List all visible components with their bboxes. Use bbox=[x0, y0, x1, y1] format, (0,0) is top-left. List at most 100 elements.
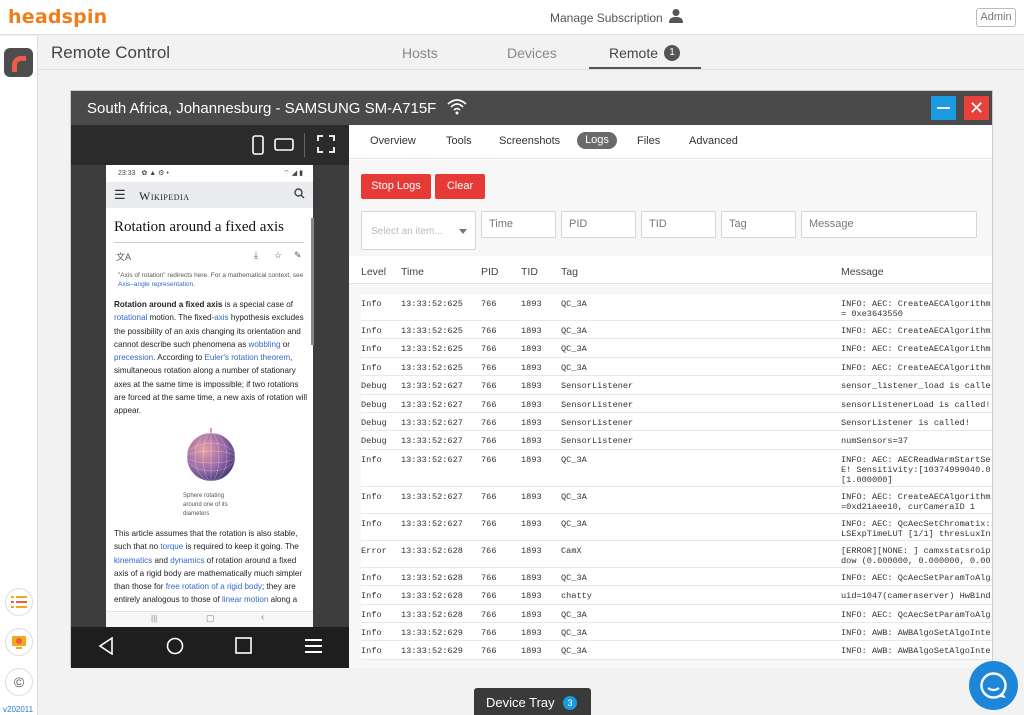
phone-scrollbar[interactable] bbox=[311, 218, 314, 345]
log-tid: 1893 bbox=[521, 299, 542, 309]
log-level: Info bbox=[361, 362, 382, 373]
log-pid: 766 bbox=[481, 436, 497, 447]
hamburger-icon[interactable]: ☰ bbox=[114, 187, 126, 203]
time-filter-input[interactable]: Time bbox=[481, 211, 556, 238]
log-tid: 1893 bbox=[521, 417, 542, 428]
log-row[interactable]: Info 13:33:52:627 766 1893 QC_3A INFO: AEC: Q… bbox=[361, 513, 992, 541]
col-level[interactable]: Level bbox=[361, 266, 386, 278]
stop-logs-button[interactable]: Stop Logs bbox=[361, 174, 431, 199]
recents-icon[interactable]: ||| bbox=[151, 614, 157, 623]
list-icon[interactable] bbox=[5, 588, 33, 616]
log-row[interactable]: Info 13:33:52:625 766 1893 QC_3A INFO: AEC: C… bbox=[361, 357, 992, 377]
manage-subscription-link[interactable]: Manage Subscription bbox=[550, 11, 663, 25]
col-time[interactable]: Time bbox=[401, 266, 424, 278]
log-pid: 766 bbox=[481, 627, 497, 638]
log-tag: SensorListener bbox=[561, 417, 634, 428]
log-tag: QC_3A bbox=[561, 572, 587, 583]
log-row[interactable]: Info 13:33:52:628 766 1893 chatty uid=1047(ca… bbox=[361, 586, 992, 605]
log-row[interactable]: Info 13:33:52:625 766 1893 QC_3A INFO: AEC: C… bbox=[361, 294, 992, 321]
redirect-link[interactable]: Axis–angle representation bbox=[118, 281, 193, 288]
log-row[interactable]: Debug 13:33:52:627 766 1893 SensorListener se… bbox=[361, 394, 992, 413]
device-window-titlebar[interactable]: South Africa, Johannesburg - SAMSUNG SM-… bbox=[71, 91, 992, 125]
star-icon[interactable]: ☆ bbox=[274, 250, 282, 261]
back-icon[interactable]: ‹ bbox=[261, 612, 264, 623]
log-row[interactable]: Info 13:33:52:629 766 1893 QC_3A INFO: AWB: A… bbox=[361, 622, 992, 642]
left-rail: © bbox=[0, 36, 38, 715]
log-row[interactable]: Debug 13:33:52:627 766 1893 SensorListener nu… bbox=[361, 431, 992, 450]
level-select-placeholder: Select an item... bbox=[371, 226, 443, 237]
log-row[interactable]: Info 13:33:52:625 766 1893 QC_3A INFO: AEC: C… bbox=[361, 339, 992, 358]
phone-screen[interactable]: 23:33 ✿ ▲ ⚙ • ⌔ ◢ ▮ ☰ Wikipedia Rotation… bbox=[106, 165, 313, 627]
home-icon[interactable]: ▢ bbox=[206, 613, 215, 624]
log-row[interactable]: Info 13:33:52:629 766 1893 QC_3A INFO: AWB: A… bbox=[361, 641, 992, 660]
subtab-overview[interactable]: Overview bbox=[370, 135, 416, 147]
log-pid: 766 bbox=[481, 299, 497, 309]
log-row[interactable]: Info 13:33:52:625 766 1893 QC_3A INFO: AEC: C… bbox=[361, 321, 992, 340]
log-message: INFO: AEC: QcAecSetParamToAlg bbox=[841, 609, 991, 620]
tab-hosts[interactable]: Hosts bbox=[402, 45, 438, 61]
col-tag[interactable]: Tag bbox=[561, 266, 578, 278]
android-nav-bar bbox=[71, 627, 349, 668]
wikipedia-logo[interactable]: Wikipedia bbox=[139, 189, 190, 204]
fullscreen-icon[interactable] bbox=[317, 135, 335, 153]
log-level: Info bbox=[361, 454, 382, 465]
headspin-logo[interactable]: headspin bbox=[8, 6, 107, 28]
download-icon[interactable]: ⤓ bbox=[254, 250, 258, 261]
level-select[interactable]: Select an item... bbox=[361, 211, 476, 250]
log-time: 13:33:52:625 bbox=[401, 326, 463, 336]
log-message: INFO: AWB: AWBAlgoSetAlgoInte bbox=[841, 646, 991, 657]
log-time: 13:33:52:627 bbox=[401, 436, 463, 447]
log-pid: 766 bbox=[481, 572, 497, 583]
subtab-logs[interactable]: Logs bbox=[577, 132, 617, 149]
clear-button[interactable]: Clear bbox=[435, 174, 485, 199]
log-row[interactable]: Info 13:33:52:627 766 1893 QC_3A INFO: AEC: A… bbox=[361, 449, 992, 487]
subtab-advanced[interactable]: Advanced bbox=[689, 135, 738, 147]
close-button[interactable]: ✕ bbox=[964, 96, 989, 120]
nav-home-icon[interactable] bbox=[166, 637, 184, 655]
tab-remote[interactable]: Remote bbox=[609, 45, 658, 61]
log-tid: 1893 bbox=[521, 454, 542, 465]
subtab-files[interactable]: Files bbox=[637, 135, 660, 147]
chat-support-button[interactable] bbox=[969, 661, 1018, 710]
col-tid[interactable]: TID bbox=[521, 266, 538, 278]
article-paragraph: Rotation around a fixed axis is a specia… bbox=[114, 300, 307, 416]
device-details-panel: Overview Tools Screenshots Logs Files Ad… bbox=[349, 125, 992, 668]
log-message: INFO: AEC: QcAecSetParamToAlg bbox=[841, 572, 991, 583]
tag-filter-input[interactable]: Tag bbox=[721, 211, 796, 238]
admin-button[interactable]: Admin bbox=[976, 8, 1016, 27]
col-pid[interactable]: PID bbox=[481, 266, 499, 278]
translate-icon[interactable]: 文A bbox=[116, 250, 131, 263]
pid-filter-input[interactable]: PID bbox=[561, 211, 636, 238]
log-row[interactable]: Debug 13:33:52:627 766 1893 SensorListener se… bbox=[361, 376, 992, 395]
log-message: INFO: AEC: AECReadWarmStartSe E! Sensiti… bbox=[841, 454, 991, 485]
rotating-sphere-image[interactable] bbox=[184, 428, 238, 482]
search-icon[interactable] bbox=[294, 188, 305, 199]
remote-control-app-icon[interactable] bbox=[4, 48, 33, 77]
copyright-icon[interactable]: © bbox=[5, 668, 33, 696]
message-filter-input[interactable]: Message bbox=[801, 211, 977, 238]
tid-filter-input[interactable]: TID bbox=[641, 211, 716, 238]
nav-menu-icon[interactable] bbox=[305, 638, 322, 654]
article-toolbar: 文A ⤓ ☆ ✎ bbox=[114, 250, 304, 264]
log-pid: 766 bbox=[481, 362, 497, 373]
tab-devices[interactable]: Devices bbox=[507, 45, 557, 61]
edit-icon[interactable]: ✎ bbox=[294, 250, 302, 261]
log-row[interactable]: Info 13:33:52:628 766 1893 QC_3A INFO: AEC: Q… bbox=[361, 567, 992, 587]
log-tag: QC_3A bbox=[561, 344, 587, 355]
subtab-screenshots[interactable]: Screenshots bbox=[499, 135, 560, 147]
log-time: 13:33:52:625 bbox=[401, 299, 463, 309]
subtab-tools[interactable]: Tools bbox=[446, 135, 472, 147]
minimize-button[interactable] bbox=[931, 96, 956, 120]
screen-record-icon[interactable] bbox=[5, 628, 33, 656]
nav-overview-icon[interactable] bbox=[235, 637, 252, 654]
portrait-icon[interactable] bbox=[252, 135, 264, 155]
landscape-icon[interactable] bbox=[274, 138, 294, 151]
col-message[interactable]: Message bbox=[841, 266, 884, 278]
user-icon[interactable] bbox=[668, 8, 684, 24]
log-row[interactable]: Info 13:33:52:627 766 1893 QC_3A INFO: AEC: C… bbox=[361, 486, 992, 514]
nav-back-icon[interactable] bbox=[98, 637, 114, 655]
device-tray-button[interactable]: Device Tray 3 bbox=[474, 688, 591, 715]
log-row[interactable]: Error 13:33:52:628 766 1893 CamX [ERROR][NONE… bbox=[361, 540, 992, 568]
log-row[interactable]: Debug 13:33:52:627 766 1893 SensorListener Se… bbox=[361, 412, 992, 432]
log-row[interactable]: Info 13:33:52:628 766 1893 QC_3A INFO: AEC: Q… bbox=[361, 604, 992, 623]
